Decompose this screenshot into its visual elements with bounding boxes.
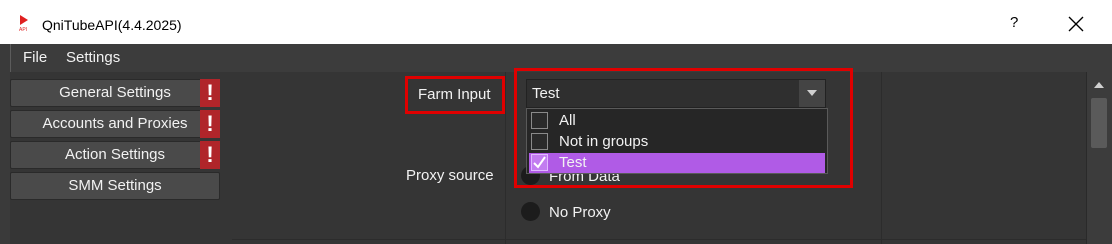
sidebar-item-general-settings[interactable]: General Settings: [10, 79, 220, 107]
window-title: QniTubeAPI(4.4.2025): [42, 17, 182, 33]
sidebar-item-label: Accounts and Proxies: [42, 115, 188, 132]
highlight-box: [405, 76, 505, 114]
menu-file[interactable]: File: [23, 49, 47, 66]
sidebar-item-accounts-and-proxies[interactable]: Accounts and Proxies: [10, 110, 220, 138]
help-button[interactable]: ?: [1010, 14, 1018, 31]
sidebar-item-label: SMM Settings: [68, 177, 162, 194]
menu-settings[interactable]: Settings: [66, 49, 120, 66]
scroll-up-icon[interactable]: [1091, 80, 1107, 90]
warning-badge: !: [200, 79, 220, 107]
sidebar-item-action-settings[interactable]: Action Settings: [10, 141, 220, 169]
radio-no-proxy[interactable]: [521, 202, 540, 221]
divider: [881, 72, 882, 244]
close-icon[interactable]: [1066, 14, 1086, 34]
svg-text:API: API: [19, 27, 27, 32]
sidebar-item-smm-settings[interactable]: SMM Settings: [10, 172, 220, 200]
vertical-scrollbar[interactable]: [1086, 72, 1112, 244]
sidebar-item-label: Action Settings: [64, 146, 166, 163]
youtube-api-icon: API: [18, 14, 32, 32]
title-bar: API QniTubeAPI(4.4.2025) ?: [0, 0, 1112, 44]
warning-badge: !: [200, 141, 220, 169]
divider: [232, 239, 1096, 240]
proxy-source-label: Proxy source: [406, 167, 494, 184]
sidebar-item-label: General Settings: [59, 84, 171, 101]
scrollbar-thumb[interactable]: [1091, 98, 1107, 148]
highlight-box: [514, 68, 853, 188]
radio-label-no-proxy: No Proxy: [549, 204, 611, 221]
divider: [505, 72, 506, 244]
window-border: [0, 44, 10, 244]
warning-badge: !: [200, 110, 220, 138]
